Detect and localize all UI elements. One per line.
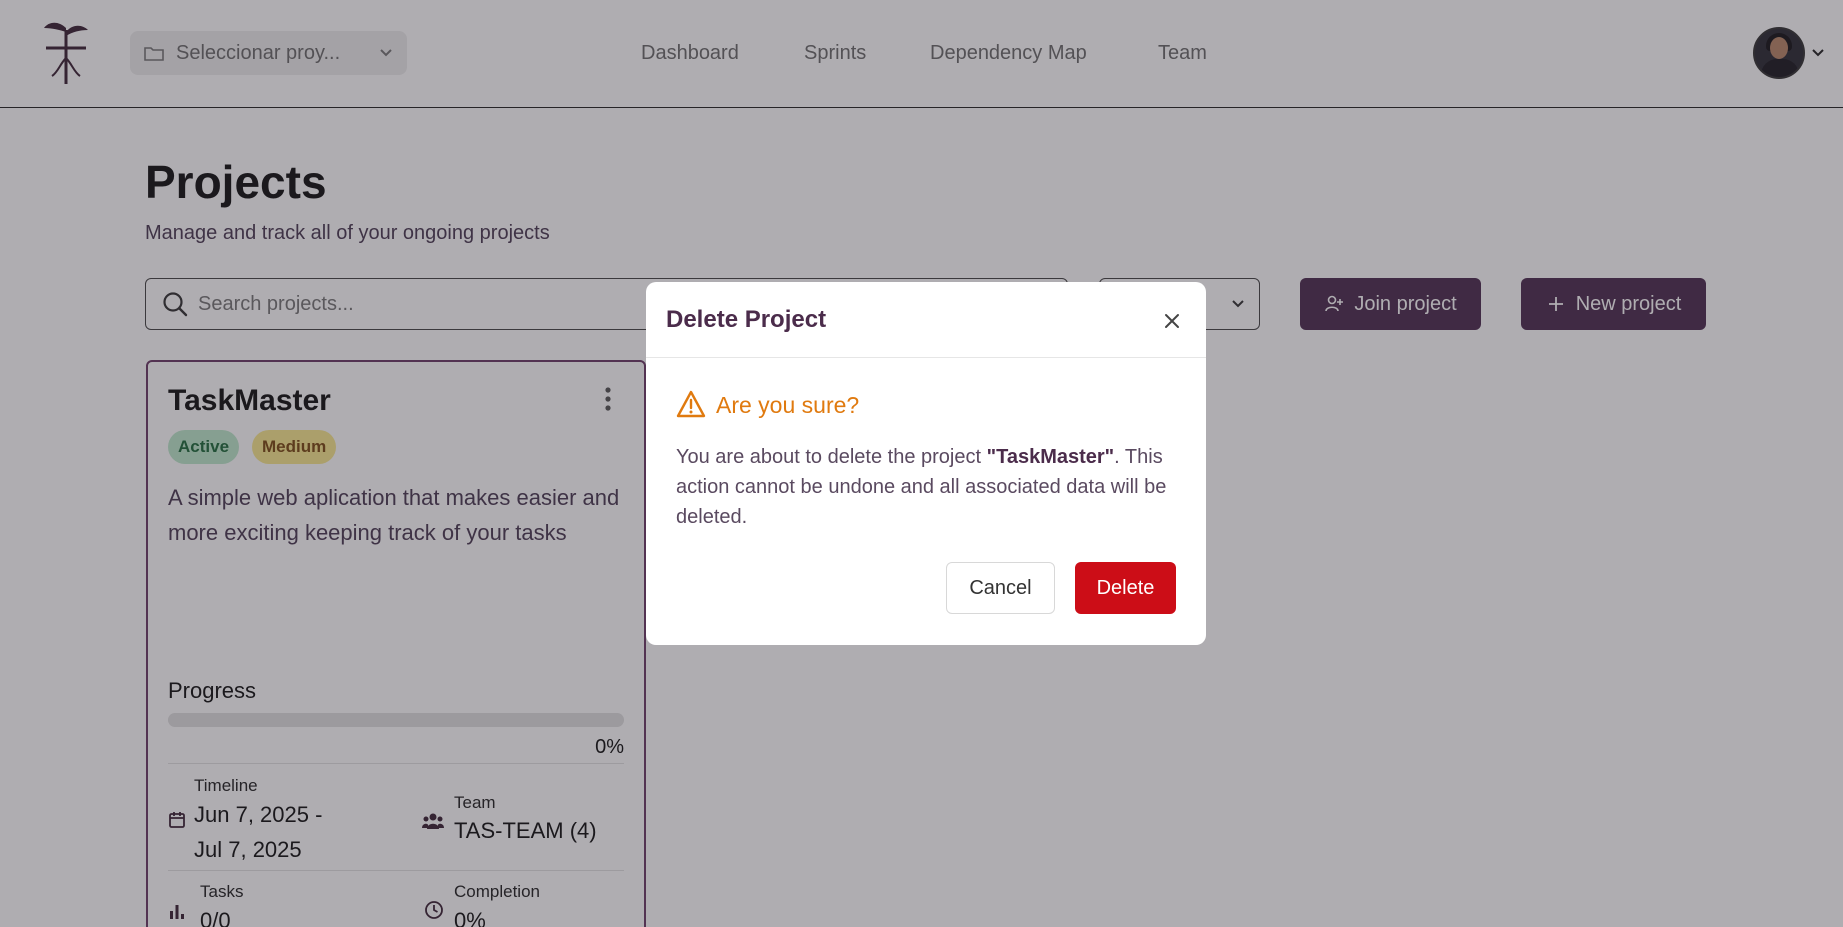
warning-icon [676,390,706,418]
warning-title: Are you sure? [716,392,860,418]
close-icon[interactable] [1163,312,1181,330]
dialog-message-prefix: You are about to delete the project [676,446,987,468]
cancel-button[interactable]: Cancel [946,562,1055,614]
dialog-title: Delete Project [666,306,827,333]
dialog-project-name: "TaskMaster" [986,446,1115,468]
delete-project-dialog: Delete Project Are you sure? You are abo… [646,282,1206,645]
dialog-message: You are about to delete the project "Tas… [676,442,1176,532]
dialog-divider [646,357,1206,358]
delete-button[interactable]: Delete [1075,562,1176,614]
